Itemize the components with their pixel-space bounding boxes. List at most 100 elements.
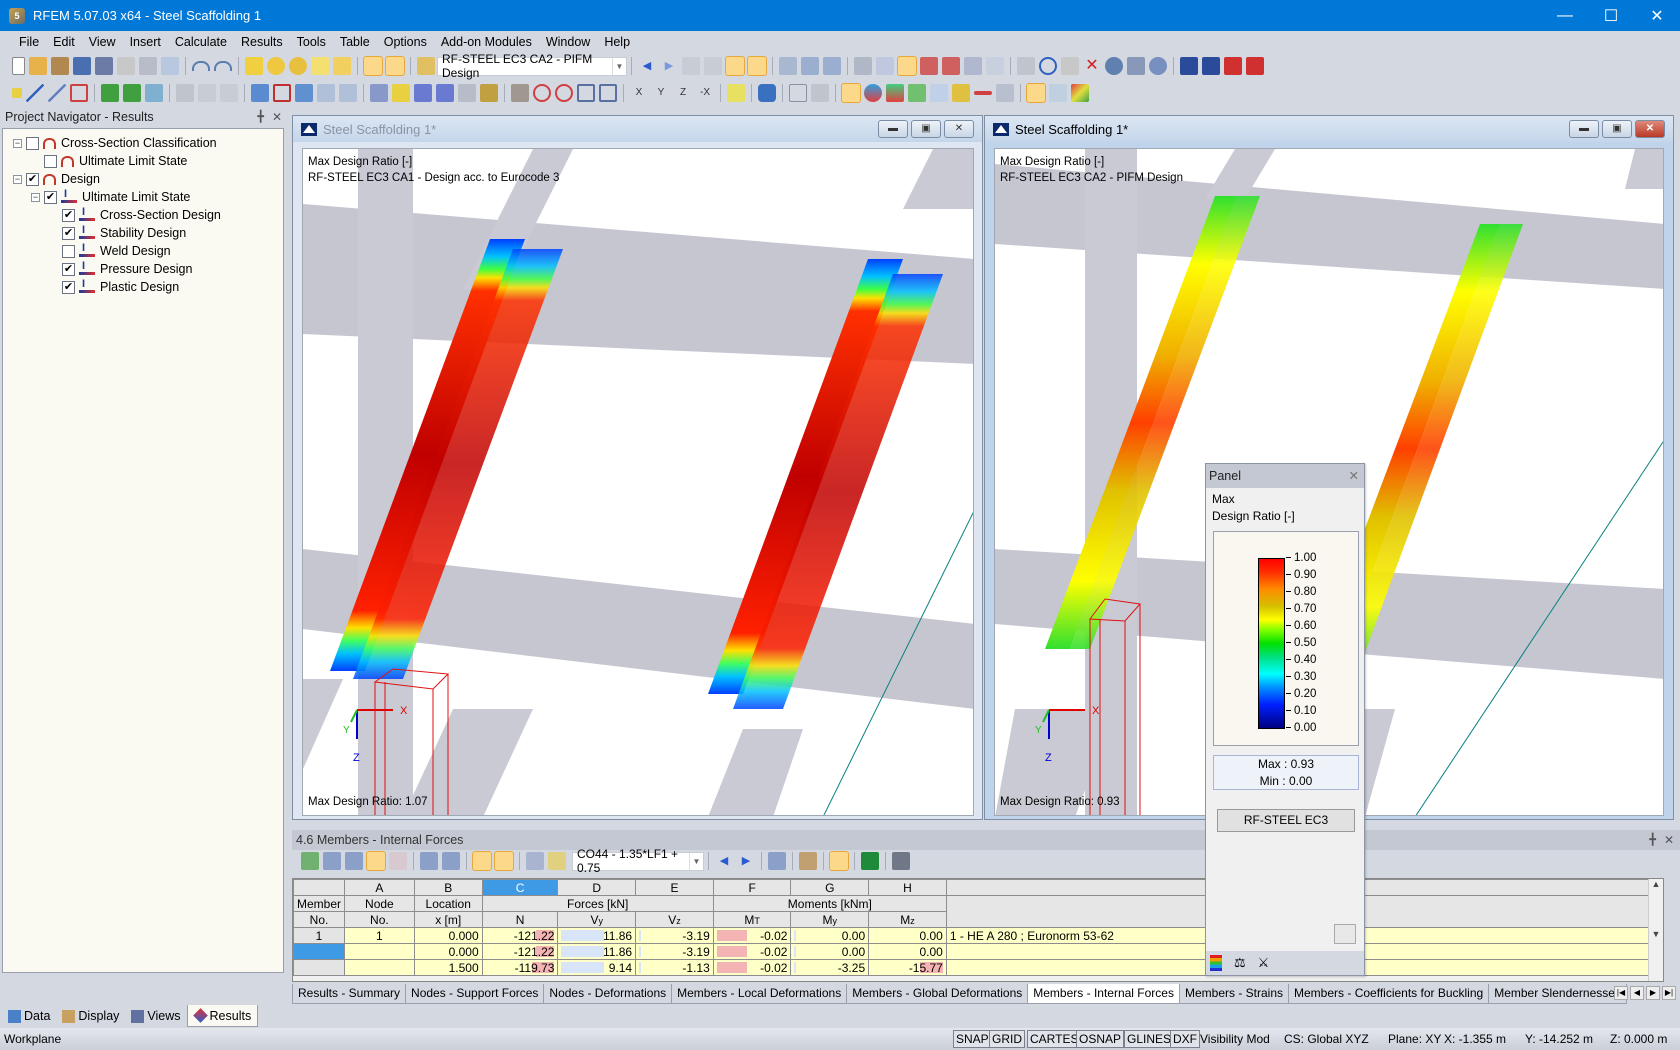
menu-view[interactable]: View [82,35,123,49]
support-result-icon[interactable] [908,84,926,102]
table-grid-icon[interactable] [801,57,819,75]
cell-n[interactable]: -121.22 [481,927,559,944]
menu-window[interactable]: Window [539,35,597,49]
list-view-icon[interactable] [363,56,383,76]
grid-b-icon[interactable] [436,84,454,102]
table-prev-icon[interactable] [420,852,438,870]
osnap-toggle[interactable]: OSNAP [1076,1030,1125,1048]
menu-addon-modules[interactable]: Add-on Modules [434,35,539,49]
combo-next-icon[interactable]: ▶ [737,852,755,870]
connect-icon[interactable] [370,84,388,102]
menu-results[interactable]: Results [234,35,290,49]
dxf-toggle[interactable]: DXF [1170,1030,1200,1048]
section-cut-icon[interactable] [220,84,238,102]
sheet-next-icon[interactable]: ▶ [1646,986,1660,1000]
nav-tab-display[interactable]: Display [56,1005,125,1027]
pan-icon[interactable] [511,84,529,102]
tree-checkbox[interactable]: ✔ [62,280,75,294]
dimension-icon[interactable] [176,84,194,102]
frame-icon[interactable] [273,84,291,102]
sheet-tab[interactable]: Members - Strains [1178,984,1290,1004]
snap-icon[interactable] [311,57,329,75]
export-2-icon[interactable] [1202,57,1220,75]
table-row[interactable]: 1.500 -119.73 9.14 -1.13 -0.02 -3.25 -15.77 [292,959,1664,976]
table-grid-icon[interactable] [526,852,544,870]
sheet-tab[interactable]: Member Slendernesses [1488,984,1627,1004]
pin-icon[interactable]: ╋ [1649,830,1656,850]
table-row[interactable]: 0.000 -121.22 11.86 -3.19 -0.02 0.00 0.00 [292,943,1664,960]
label-icon[interactable] [198,84,216,102]
export-3-icon[interactable] [1224,57,1242,75]
view-close-button[interactable]: ✕ [944,120,974,138]
frame-outline-icon[interactable] [789,84,807,102]
support-icon[interactable] [70,84,88,102]
maximize-button[interactable]: ☐ [1588,0,1634,31]
panel-toggle-icon[interactable] [1026,83,1046,103]
tree-item[interactable]: ✔ Plastic Design [3,278,283,296]
nav-tab-views[interactable]: Views [125,1005,186,1027]
sheet-tab[interactable]: Members - Local Deformations [671,984,848,1004]
tree-checkbox[interactable]: ✔ [62,226,75,240]
align-icon[interactable] [480,84,498,102]
cell-vy[interactable]: 11.86 [557,943,637,960]
zoom-window-icon[interactable] [533,84,551,102]
section-icon[interactable] [1017,57,1035,75]
save-icon[interactable] [95,57,113,75]
minimize-button[interactable]: — [1542,0,1588,31]
tree-checkbox[interactable] [44,154,57,168]
nav-tab-results[interactable]: Results [186,1005,259,1027]
target-icon[interactable] [289,57,307,75]
sheet-tab[interactable]: Members - Coefficients for Buckling [1288,984,1490,1004]
view-minimize-button[interactable]: ▬ [1569,120,1599,138]
tree-item[interactable]: ✔ Stability Design [3,224,283,242]
print-icon[interactable] [139,57,157,75]
tree-item[interactable]: ✔ Cross-Section Design [3,206,283,224]
render-icon[interactable] [758,84,776,102]
window-icon[interactable] [333,57,351,75]
module-icon[interactable] [417,57,435,75]
sheet-tab[interactable]: Results - Summary [292,984,407,1004]
results-icon[interactable] [682,57,700,75]
table-tool-1-icon[interactable] [301,852,319,870]
tree-checkbox[interactable]: ✔ [62,262,75,276]
tree-item[interactable]: ✔ Pressure Design [3,260,283,278]
view-restore-button[interactable]: ▣ [911,120,941,138]
new-file-icon[interactable] [12,57,25,75]
view-minimize-button[interactable]: ▬ [878,120,908,138]
close-button[interactable]: ✕ [1634,0,1680,31]
cell-node[interactable] [344,943,415,960]
combo-prev-icon[interactable]: ◀ [715,852,733,870]
cell-my[interactable]: 0.00 [790,927,870,944]
load2-icon[interactable] [123,84,141,102]
solid-icon[interactable] [251,84,269,102]
tree-item[interactable]: − Cross-Section Classification [3,134,283,152]
wire-view-icon[interactable] [599,84,617,102]
cell-x[interactable]: 0.000 [413,943,483,960]
diagram-icon[interactable] [974,91,992,95]
iso-view-icon[interactable] [577,84,595,102]
expander-icon[interactable]: − [13,138,22,148]
table-icon[interactable] [996,84,1014,102]
cell-member[interactable]: 1 [292,927,346,944]
bar-chart-icon[interactable] [829,851,849,871]
cell-mt[interactable]: -0.02 [712,927,792,944]
cell-mt[interactable]: -0.02 [712,959,792,976]
table-tool-2-icon[interactable] [323,852,341,870]
clipboard-icon[interactable] [117,57,135,75]
cell-vy[interactable]: 9.14 [557,959,637,976]
tree-checkbox[interactable] [62,244,75,258]
color-scale-icon[interactable] [1071,84,1089,102]
surface-result-icon[interactable] [864,84,882,102]
view-minus-x-icon[interactable]: -X [696,84,714,102]
view-canvas[interactable]: X Z Y Max Design Ratio [-] RF-STEEL EC3 … [302,148,974,816]
cell-member[interactable] [292,943,346,960]
expander-icon[interactable]: − [13,174,22,184]
close-icon[interactable]: ✕ [1664,830,1674,850]
cell-x[interactable]: 1.500 [413,959,483,976]
close-icon[interactable]: ✕ [1349,464,1359,488]
solid-result-icon[interactable] [886,84,904,102]
export-1-icon[interactable] [1180,57,1198,75]
table-tool-4-icon[interactable] [366,851,386,871]
table-tool-7-icon[interactable] [494,851,514,871]
calculator-icon[interactable] [892,852,910,870]
